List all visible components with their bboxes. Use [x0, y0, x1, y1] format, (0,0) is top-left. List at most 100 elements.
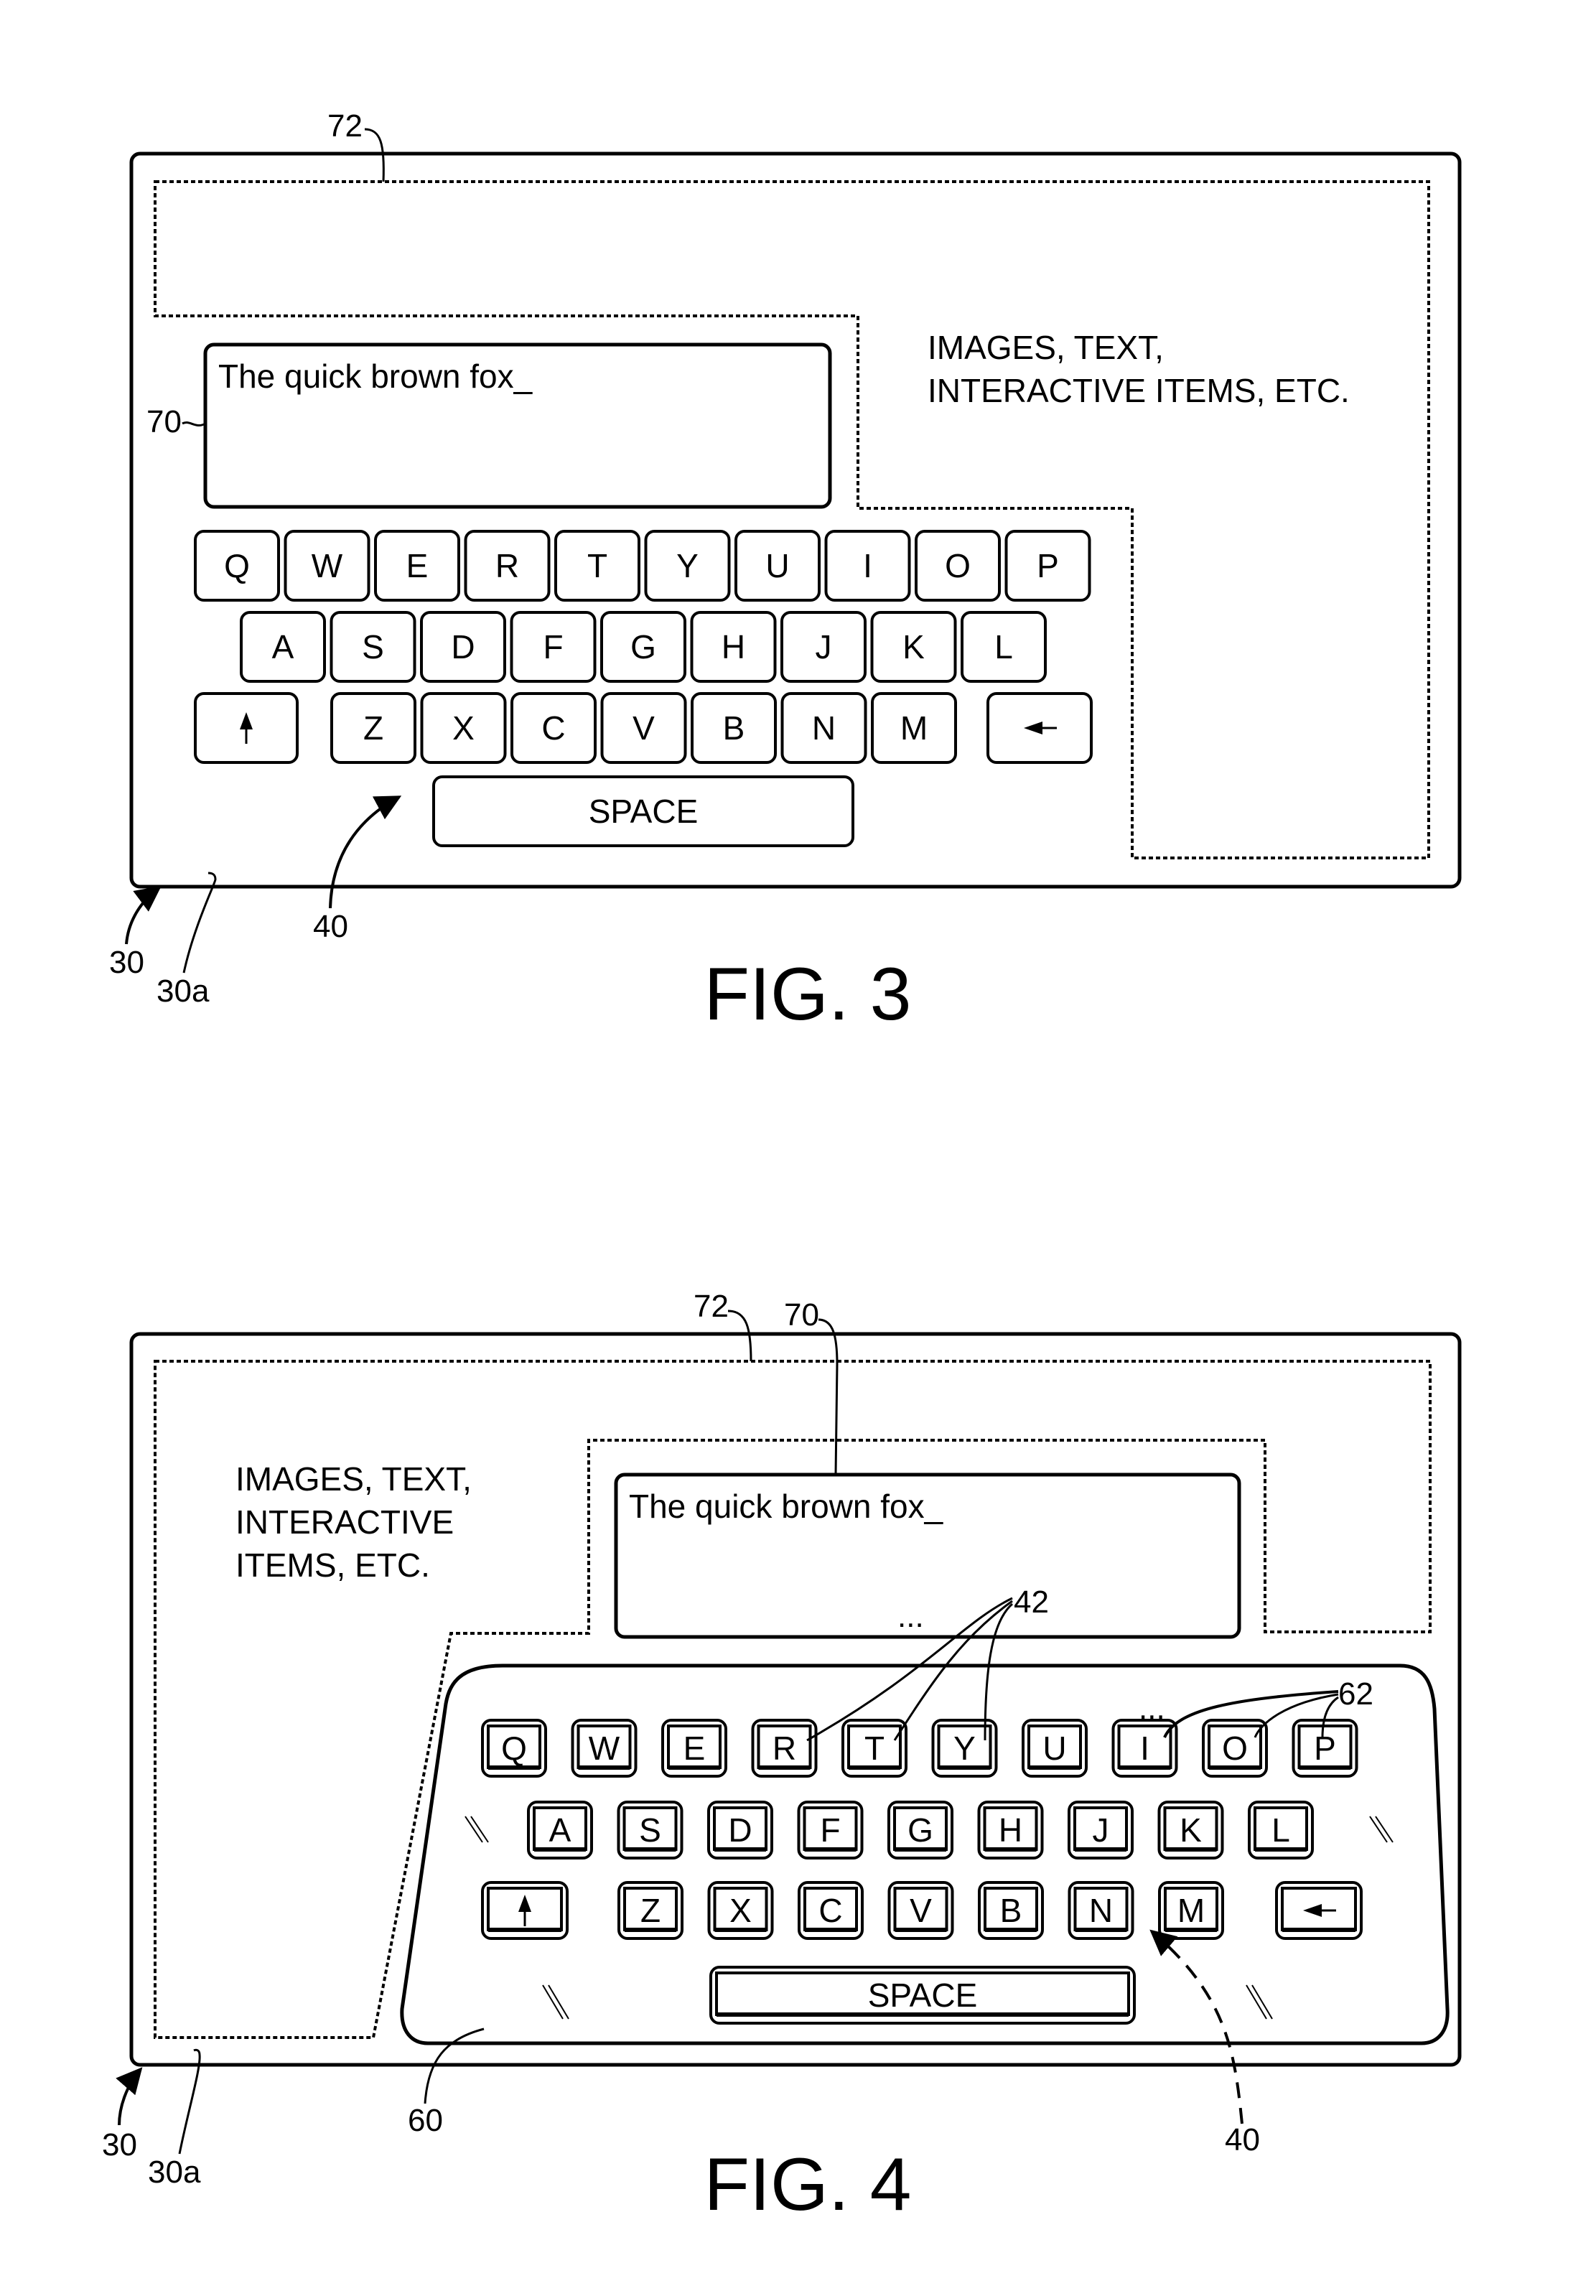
key-b[interactable]: B — [691, 692, 777, 764]
key-n[interactable]: N — [1068, 1881, 1134, 1940]
key-label: D — [451, 628, 475, 666]
key-y[interactable]: Y — [644, 530, 731, 602]
key-b[interactable]: B — [978, 1881, 1044, 1940]
key-v[interactable]: V — [887, 1881, 954, 1940]
figure-4: The quick brown fox_ IMAGES, TEXT, INTER… — [102, 1289, 1462, 2226]
shift-arrow-icon — [240, 712, 253, 744]
key-p[interactable]: P — [1004, 530, 1091, 602]
ref-30a: 30a — [148, 2155, 201, 2190]
key-x[interactable]: X — [707, 1881, 774, 1940]
key-label: I — [863, 547, 872, 584]
key-label: Y — [676, 547, 699, 584]
key-o[interactable]: O — [1202, 1719, 1268, 1778]
key-g[interactable]: G — [887, 1801, 953, 1859]
key-r[interactable]: R — [751, 1719, 818, 1778]
ellipsis-42: ... — [897, 1599, 924, 1634]
key-g[interactable]: G — [600, 611, 686, 683]
key-d[interactable]: D — [420, 611, 506, 683]
key-label: P — [1037, 547, 1059, 584]
content-line-3: ITEMS, ETC. — [235, 1546, 430, 1584]
key-a[interactable]: A — [240, 611, 326, 683]
key-label: H — [999, 1811, 1022, 1849]
key-label: Q — [224, 547, 250, 584]
key-z[interactable]: Z — [330, 692, 416, 764]
key-label: G — [630, 628, 656, 666]
key-label: X — [452, 709, 475, 747]
key-w[interactable]: W — [571, 1719, 638, 1778]
leader-30 — [125, 885, 162, 945]
key-v[interactable]: V — [600, 692, 687, 764]
key-u[interactable]: U — [734, 530, 821, 602]
key-o[interactable]: O — [915, 530, 1001, 602]
key-t[interactable]: T — [554, 530, 640, 602]
key-m[interactable]: M — [871, 692, 957, 764]
leader-70 — [182, 421, 206, 427]
key-x[interactable]: X — [420, 692, 507, 764]
key-l[interactable]: L — [1248, 1801, 1314, 1859]
ref-72: 72 — [327, 108, 363, 144]
key-q[interactable]: Q — [194, 530, 280, 602]
key-s[interactable]: S — [330, 611, 416, 683]
key-h[interactable]: H — [977, 1801, 1044, 1859]
key-label: L — [994, 628, 1013, 666]
key-j[interactable]: J — [780, 611, 867, 683]
key-q[interactable]: Q — [481, 1719, 547, 1778]
key-l[interactable]: L — [961, 611, 1047, 683]
key-label: N — [1089, 1892, 1113, 1929]
key-c[interactable]: C — [798, 1881, 864, 1940]
ref-30a: 30a — [157, 974, 210, 1009]
key-label: B — [723, 709, 745, 747]
key-label: D — [728, 1811, 752, 1849]
space-key[interactable]: SPACE — [432, 775, 854, 847]
key-label: A — [272, 628, 294, 666]
shift-arrow-icon — [518, 1895, 531, 1926]
space-key[interactable]: SPACE — [709, 1966, 1136, 2025]
key-label: K — [1180, 1811, 1202, 1849]
key-n[interactable]: N — [780, 692, 867, 764]
key-d[interactable]: D — [707, 1801, 773, 1859]
backspace-key[interactable] — [986, 692, 1093, 764]
key-r[interactable]: R — [464, 530, 551, 602]
key-f[interactable]: F — [797, 1801, 864, 1859]
key-i[interactable]: I — [1111, 1719, 1178, 1778]
key-a[interactable]: A — [527, 1801, 593, 1859]
key-label: I — [1140, 1730, 1149, 1767]
key-c[interactable]: C — [510, 692, 597, 764]
key-label: S — [639, 1811, 661, 1849]
key-t[interactable]: T — [841, 1719, 907, 1778]
ref-70: 70 — [146, 404, 182, 439]
key-h[interactable]: H — [690, 611, 777, 683]
content-line-1: IMAGES, TEXT, — [928, 329, 1164, 366]
ref-40: 40 — [1225, 2122, 1260, 2157]
shift-key[interactable] — [481, 1881, 569, 1940]
figure-caption: FIG. 3 — [704, 953, 912, 1036]
leader-40 — [1149, 1929, 1243, 2124]
key-label: W — [589, 1730, 620, 1767]
key-j[interactable]: J — [1068, 1801, 1134, 1859]
key-label: T — [864, 1730, 885, 1767]
key-label: T — [587, 547, 607, 584]
keyboard: Q W E R T Y U I O P A S D F G H J K L Z X C V B N M SPACE — [481, 1719, 1363, 2025]
figure-3: The quick brown fox_ IMAGES, TEXT, INTER… — [109, 108, 1462, 1036]
key-y[interactable]: Y — [931, 1719, 998, 1778]
key-w[interactable]: W — [284, 530, 370, 602]
shift-key[interactable] — [194, 692, 299, 764]
ref-30: 30 — [102, 2127, 137, 2162]
key-i[interactable]: I — [824, 530, 911, 602]
backspace-key[interactable] — [1275, 1881, 1363, 1940]
key-label: SPACE — [868, 1977, 978, 2014]
key-u[interactable]: U — [1022, 1719, 1088, 1778]
ref-62: 62 — [1338, 1676, 1373, 1712]
key-k[interactable]: K — [870, 611, 957, 683]
key-e[interactable]: E — [374, 530, 460, 602]
key-k[interactable]: K — [1157, 1801, 1224, 1859]
key-p[interactable]: P — [1292, 1719, 1358, 1778]
key-label: G — [907, 1811, 933, 1849]
key-z[interactable]: Z — [617, 1881, 683, 1940]
key-e[interactable]: E — [661, 1719, 727, 1778]
key-s[interactable]: S — [617, 1801, 683, 1859]
key-m[interactable]: M — [1158, 1881, 1224, 1940]
key-f[interactable]: F — [510, 611, 597, 683]
key-label: SPACE — [589, 793, 699, 830]
ref-42: 42 — [1014, 1585, 1049, 1620]
